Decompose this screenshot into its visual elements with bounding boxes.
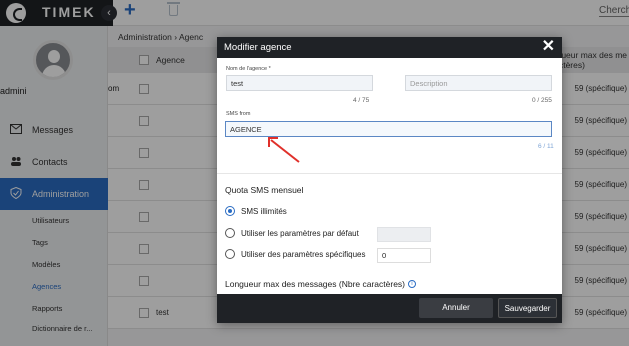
radio-parametres-specifiques[interactable] bbox=[225, 249, 235, 259]
radio-sms-illimites[interactable] bbox=[225, 206, 235, 216]
annotation-arrow-icon bbox=[268, 137, 300, 163]
modal-footer: Annuler Sauvegarder bbox=[217, 294, 562, 323]
radio-label-specifiques: Utiliser des paramètres spécifiques bbox=[241, 250, 366, 259]
nom-counter: 4 / 75 bbox=[353, 97, 370, 104]
nom-agence-input[interactable] bbox=[226, 75, 373, 91]
longueur-title: Longueur max des messages (Nbre caractèr… bbox=[225, 279, 405, 289]
nom-label: Nom de l'agence * bbox=[226, 66, 271, 72]
cancel-button[interactable]: Annuler bbox=[419, 298, 493, 318]
description-counter: 0 / 255 bbox=[532, 97, 552, 104]
description-input[interactable] bbox=[405, 75, 552, 91]
save-button[interactable]: Sauvegarder bbox=[498, 298, 557, 318]
radio-label-illimites: SMS illimités bbox=[241, 207, 287, 216]
sms-from-label: SMS from bbox=[226, 111, 251, 117]
radio-parametres-defaut[interactable] bbox=[225, 228, 235, 238]
modal-title: Modifier agence bbox=[224, 42, 292, 53]
specific-value-input[interactable]: 0 bbox=[377, 248, 431, 263]
sms-counter: 6 / 11 bbox=[538, 143, 554, 150]
divider bbox=[217, 173, 562, 174]
close-icon[interactable]: ✕ bbox=[542, 38, 555, 56]
info-icon[interactable]: i bbox=[408, 280, 416, 288]
edit-agency-modal: Modifier agence ✕ Nom de l'agence * 4 / … bbox=[217, 37, 562, 323]
quota-title: Quota SMS mensuel bbox=[225, 185, 304, 195]
modal-header: Modifier agence ✕ bbox=[217, 37, 562, 58]
radio-label-defaut: Utiliser les paramètres par défaut bbox=[241, 229, 359, 238]
default-value-input[interactable] bbox=[377, 227, 431, 242]
